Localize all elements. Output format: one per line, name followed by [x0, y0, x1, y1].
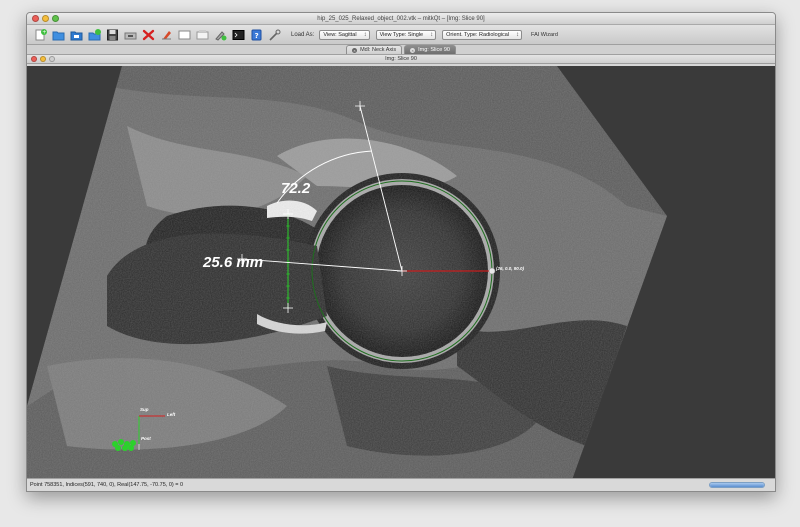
help-icon[interactable]: ? — [249, 28, 264, 42]
close-subwindow-button[interactable] — [31, 56, 37, 62]
distance-value-label: 25.6 mm — [203, 254, 264, 271]
chevron-updown-icon: ↕ — [363, 31, 367, 38]
terminal-icon[interactable] — [231, 28, 246, 42]
window-alt-icon[interactable] — [195, 28, 210, 42]
svg-text:?: ? — [255, 32, 259, 40]
save-disk-icon[interactable] — [105, 28, 120, 42]
status-bar: Point 758351, Indices(591, 740, 0), Real… — [27, 478, 775, 491]
view-type-select-value: View Type: Single — [379, 31, 424, 38]
add-folder-icon[interactable] — [87, 28, 102, 42]
orientation-post-label: Post — [141, 436, 151, 441]
window-icon[interactable] — [177, 28, 192, 42]
orientation-sup-label: Sup — [140, 407, 149, 412]
window-controls — [32, 15, 59, 22]
tab-slice-90[interactable]: × Img: Slice 90 — [404, 45, 456, 54]
progress-bar — [709, 482, 765, 488]
pen-add-icon[interactable] — [213, 28, 228, 42]
delete-x-icon[interactable] — [141, 28, 156, 42]
close-tab-icon[interactable]: × — [410, 47, 416, 53]
orient-type-select-value: Orient. Type: Radiological — [446, 31, 510, 38]
minimize-window-button[interactable] — [42, 15, 49, 22]
open-folder-blue-icon[interactable] — [69, 28, 84, 42]
progress-fill — [710, 483, 764, 487]
chevron-updown-icon: ↕ — [430, 31, 434, 38]
point-coordinate-label: (26, 0.0, 90.0) — [496, 266, 525, 271]
tab-label: Mdl: Neck Axis — [360, 46, 397, 53]
app-window: hip_25_025_Relaxed_object_002.vtk – mitk… — [26, 12, 776, 492]
mri-slice[interactable] — [27, 66, 776, 480]
main-toolbar: + ? Load As: View: Sagittal ↕ View Type:… — [27, 25, 775, 45]
view-type-select[interactable]: View Type: Single ↕ — [375, 29, 437, 40]
view-select-value: View: Sagittal — [323, 31, 357, 38]
orient-type-select[interactable]: Orient. Type: Radiological ↕ — [442, 29, 523, 40]
orientation-left-label: Left — [167, 412, 176, 417]
window-title: hip_25_025_Relaxed_object_002.vtk – mitk… — [317, 16, 485, 22]
chevron-updown-icon: ↕ — [516, 31, 520, 38]
screenshot-icon[interactable] — [123, 28, 138, 42]
new-file-icon[interactable]: + — [33, 28, 48, 42]
fai-wizard-button[interactable]: FAI Wizard — [531, 32, 558, 38]
image-viewer[interactable]: 72.2 25.6 mm (26, 0.0, 90.0) Sup Left Po… — [27, 66, 776, 480]
subwindow-title-bar: Img: Slice 90 — [27, 55, 775, 64]
close-tab-icon[interactable]: × — [352, 47, 358, 53]
tool-icon[interactable] — [267, 28, 282, 42]
close-window-button[interactable] — [32, 15, 39, 22]
status-text: Point 758351, Indices(591, 740, 0), Real… — [30, 482, 184, 488]
tab-neck-axis[interactable]: × Mdl: Neck Axis — [346, 45, 403, 54]
erase-icon[interactable] — [159, 28, 174, 42]
title-bar: hip_25_025_Relaxed_object_002.vtk – mitk… — [27, 13, 775, 25]
minimize-subwindow-button[interactable] — [40, 56, 46, 62]
subwindow-title: Img: Slice 90 — [385, 56, 417, 62]
view-select[interactable]: View: Sagittal ↕ — [319, 29, 370, 40]
document-tabs: × Mdl: Neck Axis × Img: Slice 90 — [27, 45, 775, 55]
zoom-subwindow-button[interactable] — [49, 56, 55, 62]
angle-value-label: 72.2 — [281, 180, 311, 197]
load-as-label: Load As: — [291, 31, 315, 38]
open-folder-icon[interactable] — [51, 28, 66, 42]
center-point-handle[interactable] — [488, 267, 496, 275]
tab-label: Img: Slice 90 — [418, 46, 450, 53]
zoom-window-button[interactable] — [52, 15, 59, 22]
svg-text:+: + — [42, 29, 46, 35]
subwindow-controls — [31, 56, 55, 62]
